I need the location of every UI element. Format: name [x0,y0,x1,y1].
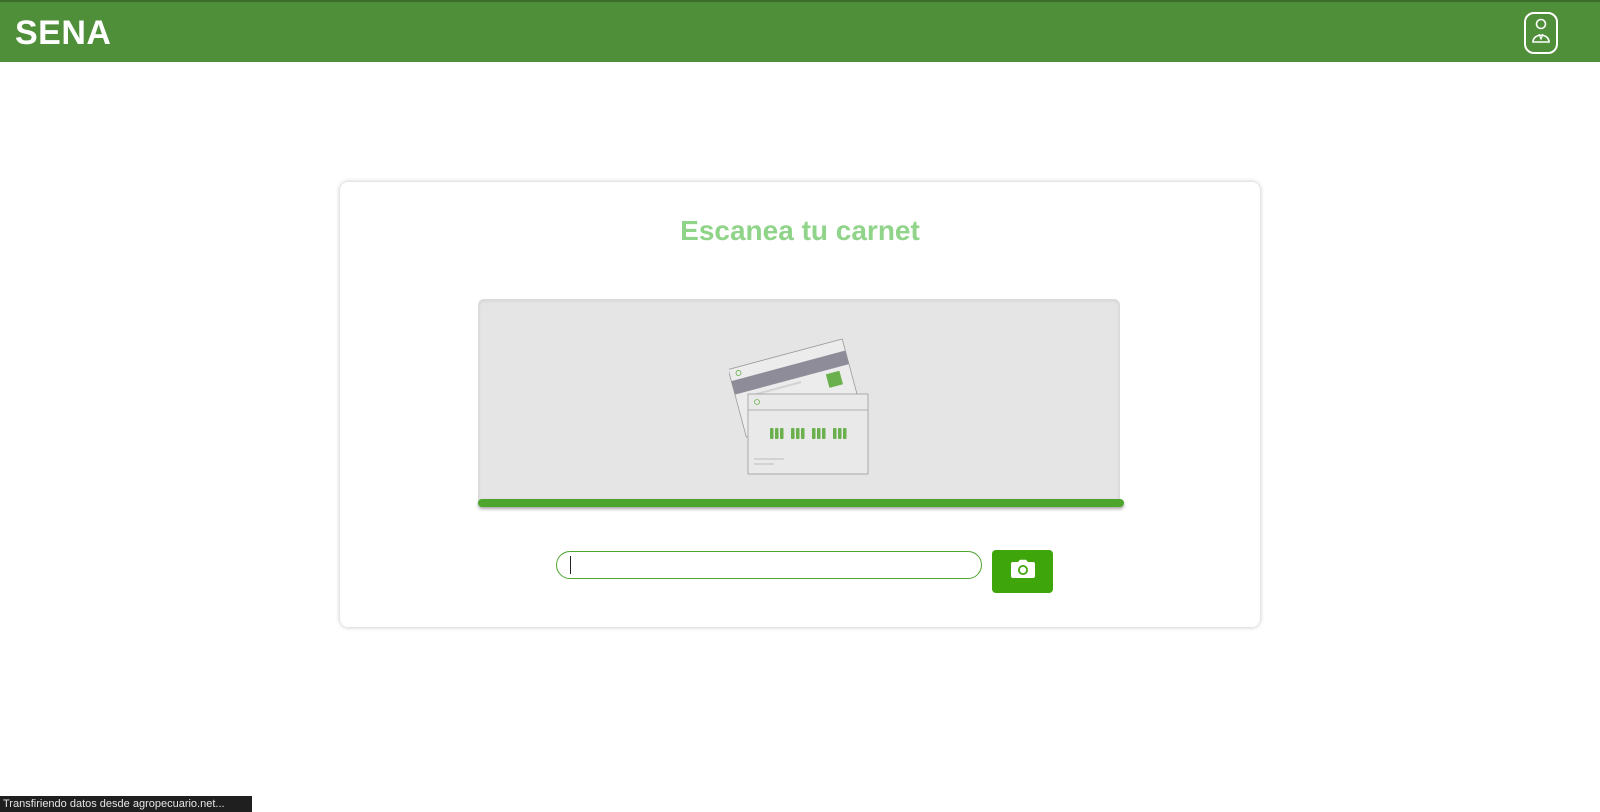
id-card-scan-icon [727,336,869,481]
user-badge-icon [1530,15,1552,52]
card-code-input[interactable] [556,551,982,579]
brand-logo: SENA [15,14,112,52]
text-cursor [570,556,571,574]
browser-status-bar: Transfiriendo datos desde agropecuario.n… [0,796,252,812]
user-account-button[interactable] [1524,12,1558,54]
scan-card: Escanea tu carnet [340,182,1260,627]
top-navbar: SENA [0,0,1600,62]
camera-icon [1010,559,1036,584]
scan-title: Escanea tu carnet [680,215,920,246]
scan-progress-bar [478,499,1124,507]
camera-button[interactable] [992,550,1053,593]
scan-preview-area [478,299,1120,507]
